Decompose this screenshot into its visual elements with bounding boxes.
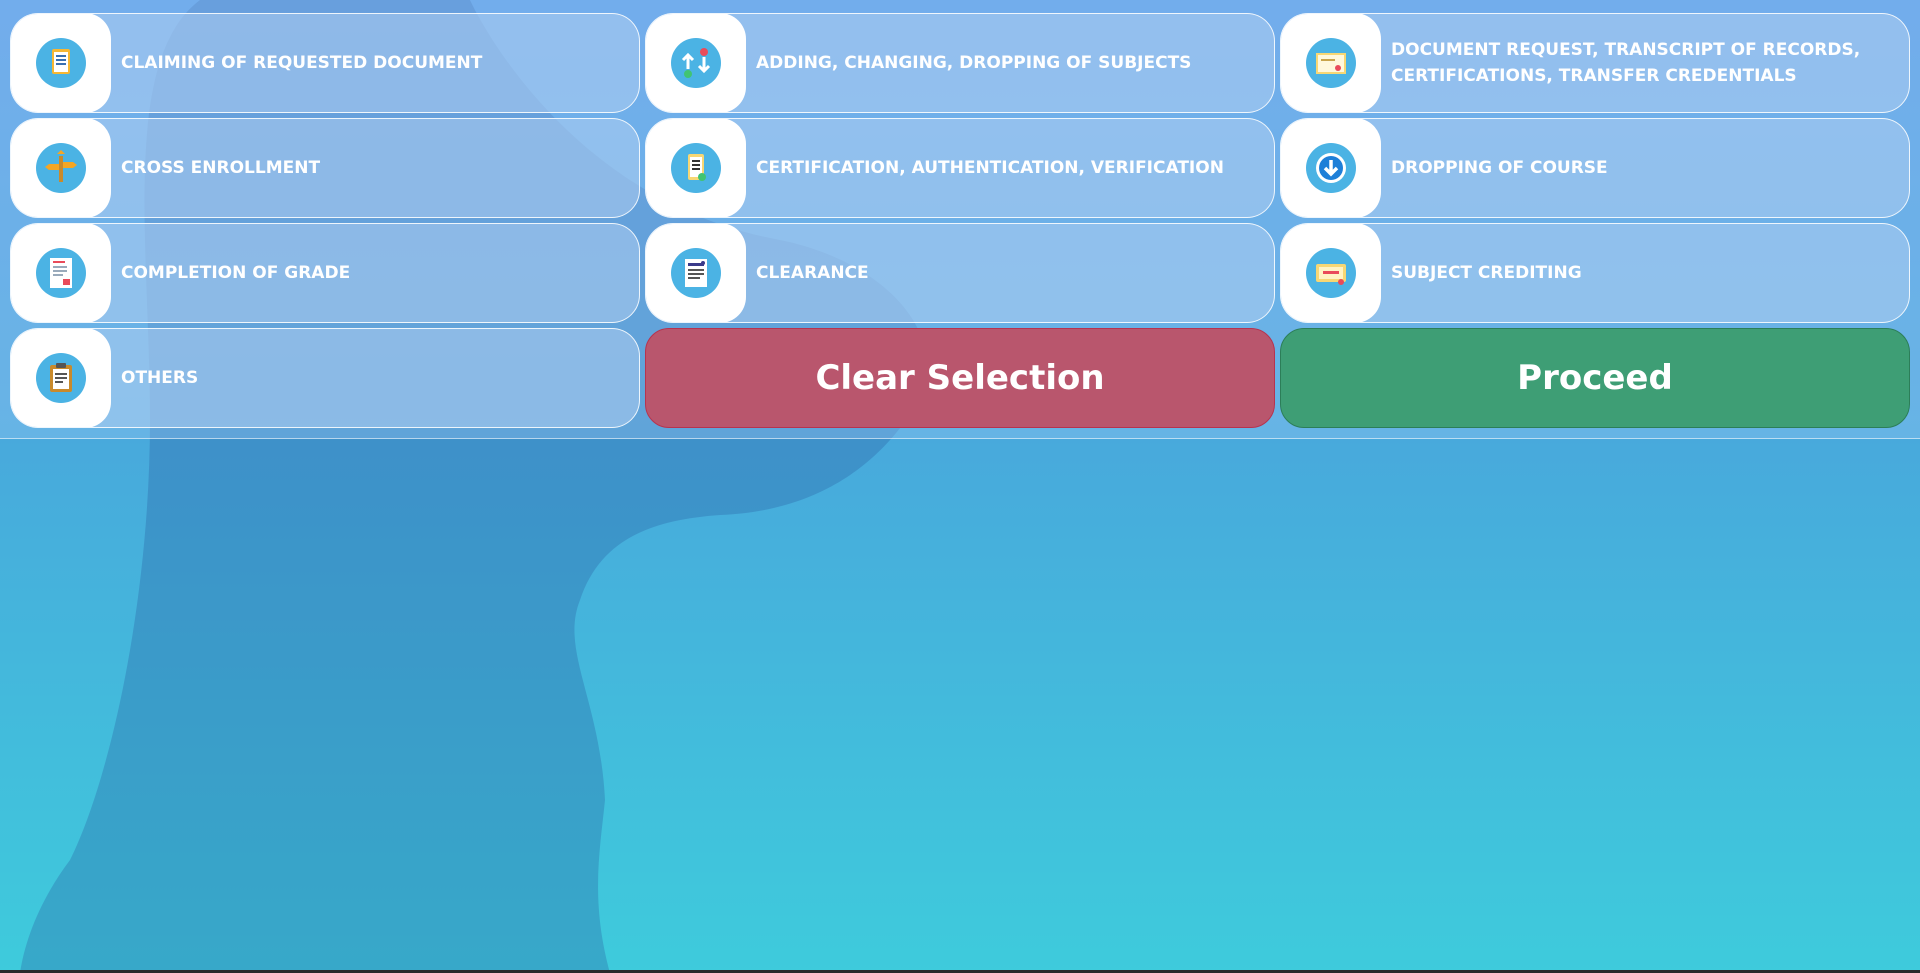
- option-certification-authentication-verification[interactable]: CERTIFICATION, AUTHENTICATION, VERIFICAT…: [645, 118, 1275, 218]
- option-label: ADDING, CHANGING, DROPPING OF SUBJECTS: [756, 53, 1192, 73]
- option-label: DOCUMENT REQUEST, TRANSCRIPT OF RECORDS,…: [1391, 40, 1861, 86]
- service-grid: CLAIMING OF REQUESTED DOCUMENT ADDING, C…: [10, 13, 1910, 428]
- option-label: CLEARANCE: [756, 263, 869, 283]
- option-label: CROSS ENROLLMENT: [121, 158, 321, 178]
- option-others[interactable]: OTHERS: [10, 328, 640, 428]
- option-dropping-of-course[interactable]: DROPPING OF COURSE: [1280, 118, 1910, 218]
- option-claiming-of-requested-document[interactable]: CLAIMING OF REQUESTED DOCUMENT: [10, 13, 640, 113]
- option-label: DROPPING OF COURSE: [1391, 158, 1608, 178]
- download-arrow-icon: [1306, 143, 1356, 193]
- option-completion-of-grade[interactable]: COMPLETION OF GRADE: [10, 223, 640, 323]
- option-clearance[interactable]: CLEARANCE: [645, 223, 1275, 323]
- crossroads-icon: [36, 143, 86, 193]
- option-document-request[interactable]: DOCUMENT REQUEST, TRANSCRIPT OF RECORDS,…: [1280, 13, 1910, 113]
- service-selection-panel: CLAIMING OF REQUESTED DOCUMENT ADDING, C…: [0, 0, 1920, 439]
- option-label: CLAIMING OF REQUESTED DOCUMENT: [121, 53, 483, 73]
- credit-card-icon: [1306, 248, 1356, 298]
- option-adding-changing-dropping-subjects[interactable]: ADDING, CHANGING, DROPPING OF SUBJECTS: [645, 13, 1275, 113]
- option-label: CERTIFICATION, AUTHENTICATION, VERIFICAT…: [756, 158, 1224, 178]
- clearance-form-icon: [671, 248, 721, 298]
- swap-arrows-icon: [671, 38, 721, 88]
- proceed-button[interactable]: Proceed: [1280, 328, 1910, 428]
- option-label: COMPLETION OF GRADE: [121, 263, 351, 283]
- certificate-icon: [1306, 38, 1356, 88]
- document-icon: [36, 38, 86, 88]
- option-label: OTHERS: [121, 368, 199, 388]
- clipboard-icon: [36, 353, 86, 403]
- grade-paper-icon: [36, 248, 86, 298]
- option-label: SUBJECT CREDITING: [1391, 263, 1582, 283]
- option-cross-enrollment[interactable]: CROSS ENROLLMENT: [10, 118, 640, 218]
- option-subject-crediting[interactable]: SUBJECT CREDITING: [1280, 223, 1910, 323]
- clear-selection-button[interactable]: Clear Selection: [645, 328, 1275, 428]
- verified-document-icon: [671, 143, 721, 193]
